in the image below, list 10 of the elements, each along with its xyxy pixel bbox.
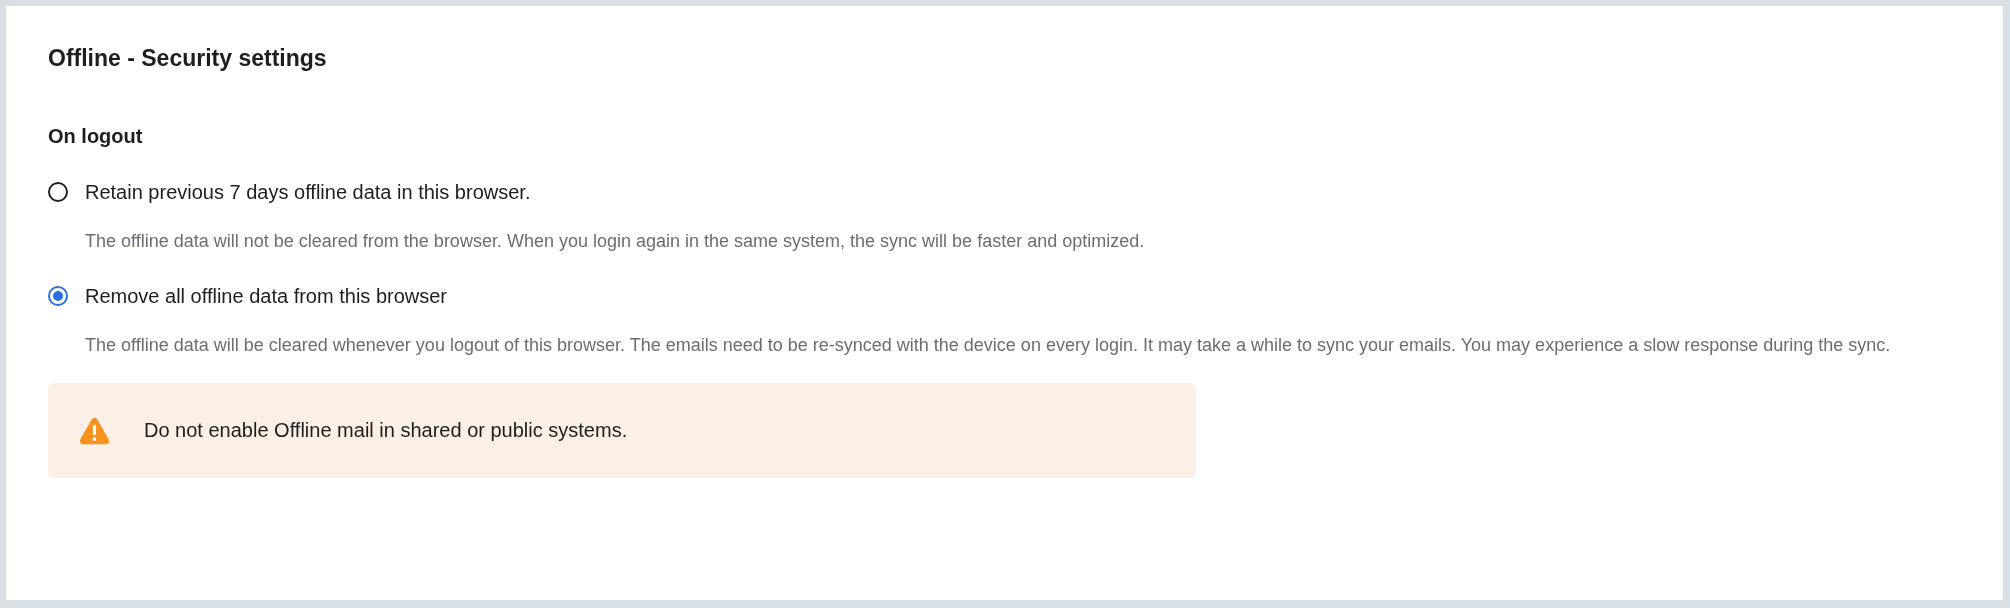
radio-button[interactable] bbox=[48, 182, 68, 202]
option-label[interactable]: Remove all offline data from this browser bbox=[85, 283, 447, 309]
radio-button[interactable] bbox=[48, 286, 68, 306]
page-title: Offline - Security settings bbox=[48, 44, 328, 72]
section-heading: On logout bbox=[48, 124, 144, 149]
option-description: The offline data will be cleared whenever you logout of this browser. The emails need to be re-synced with the device on every login. It may take a while to sync your emails. You may experience a slow response during the sync. bbox=[85, 334, 1892, 357]
warning-text: Do not enable Offline mail in shared or public systems. bbox=[144, 419, 628, 442]
option-label[interactable]: Retain previous 7 days offline data in this browser. bbox=[85, 179, 531, 205]
warning-icon bbox=[79, 416, 110, 445]
option-description: The offline data will not be cleared from the browser. When you login again in the same system, the sync will be faster and optimized. bbox=[85, 230, 1146, 253]
